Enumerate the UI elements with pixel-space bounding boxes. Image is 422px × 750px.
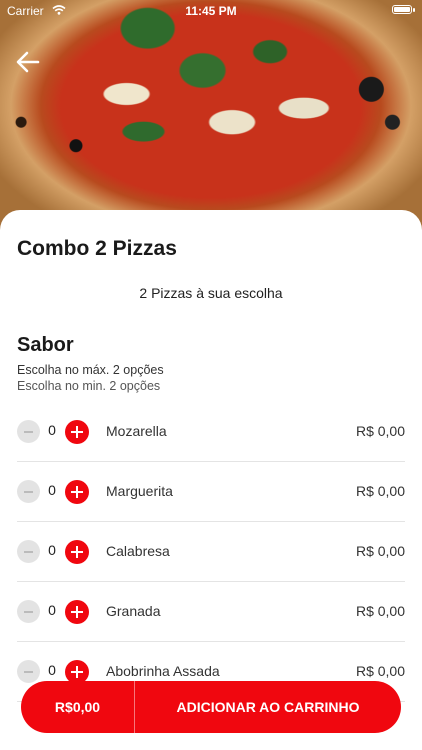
option-name: Granada: [106, 603, 161, 619]
option-name: Mozarella: [106, 423, 167, 439]
cart-total: R$0,00: [54, 699, 101, 715]
product-image: Carrier 11:45 PM: [0, 0, 422, 235]
option-name: Calabresa: [106, 543, 170, 559]
options-list: 0 Mozarella R$ 0,00 0 Marguerita R$ 0,00…: [17, 402, 405, 702]
product-sheet: Combo 2 Pizzas 2 Pizzas à sua escolha Sa…: [0, 210, 422, 750]
option-price: R$ 0,00: [355, 483, 405, 499]
increment-button[interactable]: [65, 540, 89, 564]
arrow-left-icon[interactable]: [14, 48, 42, 76]
option-row: 0 Mozarella R$ 0,00: [17, 402, 405, 462]
product-title: Combo 2 Pizzas: [17, 237, 177, 260]
rule-min-label: Escolha no min. 2 opções: [17, 379, 161, 393]
option-name: Abobrinha Assada: [106, 663, 220, 679]
option-price: R$ 0,00: [355, 663, 405, 679]
battery-icon: [392, 5, 415, 14]
decrement-button[interactable]: [17, 480, 40, 503]
increment-button[interactable]: [65, 600, 89, 624]
option-row: 0 Calabresa R$ 0,00: [17, 522, 405, 582]
increment-button[interactable]: [65, 480, 89, 504]
add-to-cart-button[interactable]: ADICIONAR AO CARRINHO: [135, 681, 401, 733]
section-title: Sabor: [17, 334, 74, 356]
status-time: 11:45 PM: [185, 4, 237, 18]
add-to-cart-bar: R$0,00 ADICIONAR AO CARRINHO: [21, 681, 401, 733]
option-row: 0 Granada R$ 0,00: [17, 582, 405, 642]
option-quantity: 0: [48, 542, 56, 558]
increment-button[interactable]: [65, 420, 89, 444]
decrement-button[interactable]: [17, 420, 40, 443]
option-quantity: 0: [48, 482, 56, 498]
option-quantity: 0: [48, 662, 56, 678]
status-bar: Carrier 11:45 PM: [0, 0, 422, 22]
decrement-button[interactable]: [17, 600, 40, 623]
product-description: 2 Pizzas à sua escolha: [139, 285, 283, 301]
option-quantity: 0: [48, 422, 56, 438]
option-row: 0 Marguerita R$ 0,00: [17, 462, 405, 522]
option-price: R$ 0,00: [355, 423, 405, 439]
option-name: Marguerita: [106, 483, 173, 499]
decrement-button[interactable]: [17, 540, 40, 563]
rule-max-label: Escolha no máx. 2 opções: [17, 363, 164, 377]
option-quantity: 0: [48, 602, 56, 618]
option-price: R$ 0,00: [355, 603, 405, 619]
option-price: R$ 0,00: [355, 543, 405, 559]
decrement-button[interactable]: [17, 660, 40, 683]
